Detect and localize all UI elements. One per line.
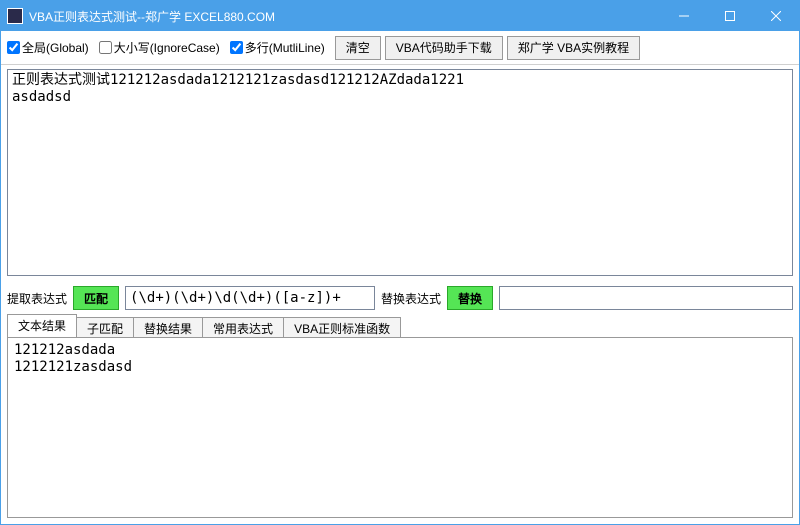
- tab-label: VBA正则标准函数: [294, 322, 390, 336]
- source-textarea[interactable]: [7, 69, 793, 276]
- close-icon: [771, 11, 781, 21]
- tab-common-expr[interactable]: 常用表达式: [202, 317, 284, 337]
- match-button[interactable]: 匹配: [73, 286, 119, 310]
- app-icon: [7, 8, 23, 24]
- tab-submatch[interactable]: 子匹配: [76, 317, 134, 337]
- ignorecase-checkbox-input[interactable]: [99, 41, 112, 54]
- ignorecase-checkbox[interactable]: 大小写(IgnoreCase): [99, 39, 220, 56]
- multiline-checkbox-label: 多行(MutliLine): [245, 39, 325, 56]
- global-checkbox[interactable]: 全局(Global): [7, 39, 89, 56]
- close-button[interactable]: [753, 1, 799, 31]
- pattern-input[interactable]: [125, 286, 375, 310]
- tab-label: 文本结果: [18, 319, 66, 333]
- tab-text-result[interactable]: 文本结果: [7, 314, 77, 337]
- expression-row: 提取表达式 匹配 替换表达式 替换: [1, 283, 799, 313]
- multiline-checkbox-input[interactable]: [230, 41, 243, 54]
- tab-label: 替换结果: [144, 322, 192, 336]
- maximize-button[interactable]: [707, 1, 753, 31]
- minimize-button[interactable]: [661, 1, 707, 31]
- global-checkbox-label: 全局(Global): [22, 39, 89, 56]
- tab-vba-std-func[interactable]: VBA正则标准函数: [283, 317, 401, 337]
- titlebar[interactable]: VBA正则表达式测试--郑广学 EXCEL880.COM: [1, 1, 799, 31]
- result-wrap: 121212asdada 1212121zasdasd: [1, 337, 799, 524]
- source-area: [1, 65, 799, 283]
- maximize-icon: [725, 11, 735, 21]
- download-button[interactable]: VBA代码助手下载: [385, 36, 503, 60]
- window-title: VBA正则表达式测试--郑广学 EXCEL880.COM: [29, 8, 661, 25]
- tab-label: 常用表达式: [213, 322, 273, 336]
- clear-button[interactable]: 清空: [335, 36, 381, 60]
- window: VBA正则表达式测试--郑广学 EXCEL880.COM 全局(Global) …: [0, 0, 800, 525]
- ignorecase-checkbox-label: 大小写(IgnoreCase): [114, 39, 220, 56]
- toolbar: 全局(Global) 大小写(IgnoreCase) 多行(MutliLine)…: [1, 31, 799, 65]
- extract-label: 提取表达式: [7, 290, 67, 307]
- tab-label: 子匹配: [87, 322, 123, 336]
- global-checkbox-input[interactable]: [7, 41, 20, 54]
- tab-replace-result[interactable]: 替换结果: [133, 317, 203, 337]
- replace-input[interactable]: [499, 286, 793, 310]
- tutorial-button[interactable]: 郑广学 VBA实例教程: [507, 36, 640, 60]
- replace-label: 替换表达式: [381, 290, 441, 307]
- replace-button[interactable]: 替换: [447, 286, 493, 310]
- minimize-icon: [679, 11, 689, 21]
- tabstrip: 文本结果 子匹配 替换结果 常用表达式 VBA正则标准函数: [1, 313, 799, 337]
- result-text[interactable]: 121212asdada 1212121zasdasd: [7, 337, 793, 518]
- multiline-checkbox[interactable]: 多行(MutliLine): [230, 39, 325, 56]
